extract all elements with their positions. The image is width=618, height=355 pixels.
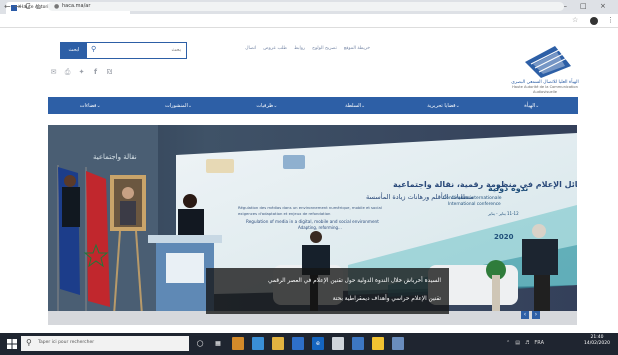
system-tray: ⌃ ▤ ♬ FRA [506,337,544,350]
chevron-down-icon: ⌄ [187,102,193,109]
volume-icon[interactable]: ♬ [525,337,529,350]
word-icon[interactable] [352,337,364,350]
screen-conference-fr: Conférence internationale [443,194,502,201]
clock-date: 14/02/2020 [584,341,610,346]
search-icon: ⚲ [91,45,97,53]
hero-left-title: نقالة واجتماعية [93,153,137,161]
mail-app-icon[interactable] [292,337,304,350]
taskbar-search[interactable]: ⚲ Taper ici pour rechercher [21,336,189,351]
screen-conference-ar: ندوة دولية [488,184,528,193]
bookmark-star-icon[interactable]: ☆ [572,14,578,27]
url-text: haca.ma/ar [62,3,91,9]
slider-prev-button[interactable]: ‹ [521,311,529,319]
top-link-access[interactable]: تصريح الولوج [312,46,337,54]
top-link-tenders[interactable]: طلب عروض [263,46,287,54]
screen-fr-line2: exigences d'adaptation et enjeux de refo… [238,211,331,216]
maximize-button[interactable]: □ [580,2,587,10]
pinned-app-icon[interactable] [392,337,404,350]
print-icon[interactable]: ⎙ [63,68,72,77]
nav-item-publications[interactable]: المنشورات⌄ [136,103,224,109]
chevron-down-icon: ⌄ [455,102,460,109]
facebook-icon[interactable]: f [91,68,100,77]
chevron-up-icon[interactable]: ⌃ [506,337,510,350]
reload-button[interactable]: C [25,0,31,13]
chevron-down-icon: ⌄ [273,102,278,109]
windows-start-icon[interactable] [7,339,17,349]
rss-icon[interactable]: ₪ [105,68,114,77]
nav-item-authority[interactable]: الهيأة⌄ [490,103,578,109]
profile-avatar[interactable] [590,17,598,25]
app-icon[interactable] [232,337,244,350]
folder-icon[interactable] [272,337,284,350]
taskbar-search-placeholder: Taper ici pour rechercher [38,340,95,345]
browser-toolbar [0,14,618,28]
screen-conference-en: International conference [448,201,501,207]
top-link-contact[interactable]: اتصال [245,46,256,54]
site-search: ابحث ⚲ [60,42,187,59]
main-nav: الهيأة⌄ قضايا تحريرية⌄ السلطة⌄ ظرفيات⌄ ا… [48,97,578,114]
cortana-icon[interactable]: ◯ [194,337,206,350]
nav-item-circumstances[interactable]: ظرفيات⌄ [225,103,313,109]
chevron-down-icon: ⌄ [360,102,366,109]
back-button[interactable]: ← [4,0,11,13]
top-link-sitemap[interactable]: خريطة الموقع [344,46,370,54]
close-window-button[interactable]: × [600,2,606,10]
home-button[interactable]: ⌂ [36,0,41,13]
logo-name: الهيأة العليا للاتصال السمعي البصري Haut… [505,80,585,95]
caption-line-2: تقنين الإعلام حراسي وأهداف ديمقراطية بحت… [332,296,441,302]
chrome-icon[interactable] [372,337,384,350]
screen-en-line: Regulation of media in a digital, mobile… [246,219,379,224]
slide-caption: السيدة أخرباش خلال الندوة الدولية حول تق… [206,268,449,314]
screen-fr-line1: Régulation des médias dans un environnem… [238,205,382,210]
edge-icon[interactable]: e [312,337,324,350]
slider-next-button[interactable]: › [532,311,540,319]
network-icon[interactable]: ▤ [515,337,520,350]
twitter-icon[interactable]: ✦ [77,68,86,77]
camera-icon[interactable] [332,337,344,350]
top-link-links[interactable]: روابط [294,46,305,54]
chevron-down-icon: ⌄ [535,102,540,109]
lock-icon: ● [54,3,60,10]
screen-ar-title: تقنين وسائل الإعلام في منظومة رقمية، نقا… [393,180,577,189]
task-view-icon[interactable]: ▦ [212,337,224,350]
screen-conference-dates: 11-12 يناير - يناير [487,211,519,216]
top-links: خريطة الموقع تصريح الولوج روابط طلب عروض… [190,46,370,54]
clock[interactable]: 21:40 14/02/2020 [580,335,614,347]
chevron-down-icon: ⌄ [96,102,101,109]
search-input[interactable] [101,45,181,55]
search-button[interactable]: ابحث [61,43,87,58]
search-icon: ⚲ [26,338,32,347]
forward-button[interactable]: → [14,0,21,13]
logo-name-fr: Haute Autorité de la Communication Audio… [512,85,578,94]
store-icon[interactable] [252,337,264,350]
nav-item-spaces[interactable]: فضاءات⌄ [48,103,136,109]
nav-item-editorial[interactable]: قضايا تحريرية⌄ [401,103,489,109]
social-links: ✉ ⎙ ✦ f ₪ [49,68,114,77]
nav-item-power[interactable]: السلطة⌄ [313,103,401,109]
screen-en-line2: Adapting, reforming... [298,225,342,230]
address-bar[interactable]: ● haca.ma/ar [48,2,564,11]
screen-conference-year: 2020 [494,233,514,241]
slider-controls: ‹ › [521,311,540,319]
caption-line-1: السيدة أخرباش خلال الندوة الدولية حول تق… [268,278,441,284]
mail-icon[interactable]: ✉ [49,68,58,77]
browser-menu-icon[interactable]: ⋮ [607,14,614,27]
language-indicator[interactable]: FRA [534,337,544,350]
